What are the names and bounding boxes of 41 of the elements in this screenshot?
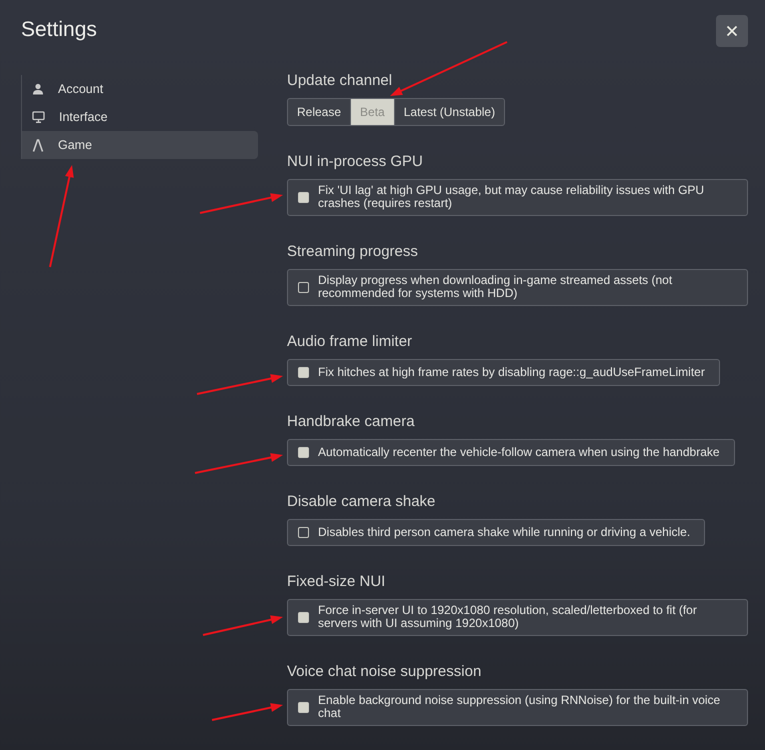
checkbox[interactable] bbox=[298, 192, 309, 202]
option-label: Fix 'UI lag' at high GPU usage, but may cause reliability issues with GPU crashes (requires restart) bbox=[318, 184, 706, 210]
option-label: Force in-server UI to 1920x1080 resolution, scaled/letterboxed to fit (for servers with UI assuming 1920x1080) bbox=[318, 604, 698, 630]
section-heading: Handbrake camera bbox=[287, 413, 415, 431]
monitor-icon bbox=[32, 111, 45, 123]
annotation-arrow bbox=[212, 703, 283, 721]
section-heading: Disable camera shake bbox=[287, 493, 436, 511]
close-icon bbox=[726, 25, 738, 37]
channel-option[interactable]: Latest (Unstable) bbox=[394, 99, 504, 125]
checkbox-option[interactable]: Disables third person camera shake while running or driving a vehicle. bbox=[287, 519, 706, 546]
section-heading: Streaming progress bbox=[287, 243, 418, 261]
sidebar-item[interactable]: Account bbox=[22, 75, 258, 103]
checkbox-option[interactable]: Force in-server UI to 1920x1080 resolution, scaled/letterboxed to fit (for servers with UI assuming 1920x1080) bbox=[287, 599, 748, 636]
sidebar-item[interactable]: Game bbox=[22, 131, 258, 159]
close-button[interactable] bbox=[716, 15, 748, 47]
checkbox-option[interactable]: Automatically recenter the vehicle-follow camera when using the handbrake bbox=[287, 439, 735, 466]
checkbox-option[interactable]: Display progress when downloading in-game streamed assets (not recommended for systems with HDD) bbox=[287, 269, 748, 306]
person-icon bbox=[32, 83, 44, 95]
sidebar-item[interactable]: Interface bbox=[22, 103, 258, 131]
checkbox-option[interactable]: Fix hitches at high frame rates by disabling rage::g_audUseFrameLimiter bbox=[287, 359, 720, 386]
checkbox[interactable] bbox=[298, 282, 309, 292]
section-heading: Audio frame limiter bbox=[287, 333, 412, 351]
lambda-icon bbox=[32, 138, 44, 152]
checkbox[interactable] bbox=[298, 366, 309, 378]
option-label: Display progress when downloading in-game streamed assets (not recommended for systems with HDD) bbox=[318, 274, 674, 300]
option-label: Disables third person camera shake while running or driving a vehicle. bbox=[318, 526, 690, 538]
checkbox[interactable] bbox=[298, 446, 309, 458]
channel-option[interactable]: Release bbox=[288, 99, 350, 125]
option-label: Automatically recenter the vehicle-follow camera when using the handbrake bbox=[318, 446, 720, 458]
section-heading: Update channel bbox=[287, 72, 392, 90]
checkbox[interactable] bbox=[298, 702, 309, 712]
window-title: Settings bbox=[21, 18, 97, 42]
checkbox-option[interactable]: Enable background noise suppression (using RNNoise) for the built-in voice chat bbox=[287, 689, 748, 726]
section-heading: Fixed-size NUI bbox=[287, 573, 386, 591]
checkbox[interactable] bbox=[298, 612, 309, 622]
checkbox-option[interactable]: Fix 'UI lag' at high GPU usage, but may cause reliability issues with GPU crashes (requires restart) bbox=[287, 179, 748, 216]
checkbox[interactable] bbox=[298, 526, 309, 538]
option-label: Fix hitches at high frame rates by disabling rage::g_audUseFrameLimiter bbox=[318, 366, 705, 378]
section-heading: Voice chat noise suppression bbox=[287, 663, 482, 681]
section-heading: NUI in-process GPU bbox=[287, 153, 423, 171]
option-label: Enable background noise suppression (using RNNoise) for the built-in voice chat bbox=[318, 694, 722, 720]
